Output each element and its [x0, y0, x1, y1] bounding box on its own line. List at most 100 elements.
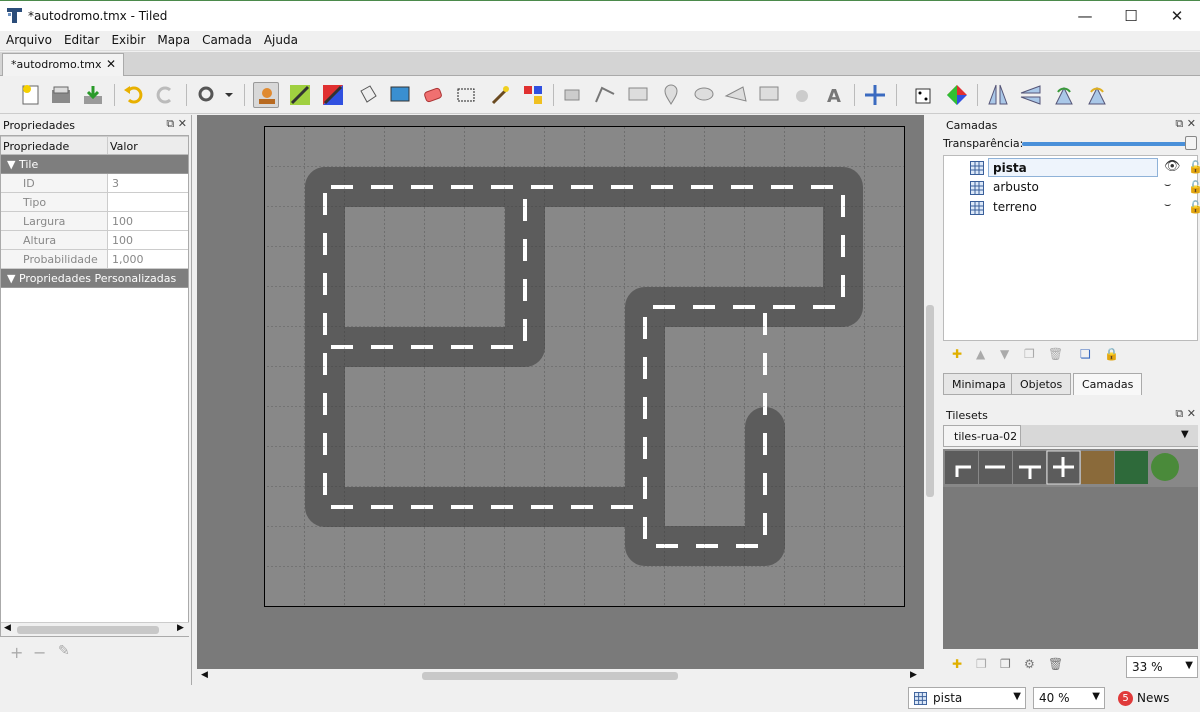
layer-row-pista[interactable]: pista	[948, 158, 1158, 178]
scroll-left-icon[interactable]: ◀	[201, 670, 208, 680]
scroll-left-icon[interactable]: ◀	[4, 623, 11, 633]
tileset-menu-icon[interactable]: ▼	[1181, 429, 1189, 440]
edit-polygons-icon[interactable]	[592, 82, 618, 108]
property-row[interactable]: Probabilidade 1,000	[1, 250, 188, 269]
insert-text-icon[interactable]: A	[822, 82, 848, 108]
wang-fill-icon[interactable]	[944, 82, 970, 108]
unlocked-icon[interactable]: 🔓	[1188, 200, 1200, 214]
insert-point-icon[interactable]	[658, 82, 684, 108]
canvas-vscrollbar[interactable]	[924, 115, 936, 669]
property-row[interactable]: Largura 100	[1, 212, 188, 231]
map-canvas[interactable]	[264, 126, 905, 607]
float-panel-icon[interactable]: ⧉	[1175, 407, 1183, 420]
scroll-thumb[interactable]	[17, 626, 159, 634]
vscroll-thumb[interactable]	[926, 305, 934, 497]
random-mode-icon[interactable]	[911, 82, 937, 108]
menu-editar[interactable]: Editar	[58, 31, 106, 47]
remove-property-icon[interactable]: −	[33, 643, 46, 662]
unlocked-icon[interactable]: 🔓	[1188, 180, 1200, 194]
duplicate-layer-icon[interactable]: ❐	[1024, 347, 1035, 361]
group-tile[interactable]: ▼ Tile	[1, 155, 188, 174]
menu-exibir[interactable]: Exibir	[105, 31, 151, 47]
flip-horizontal-icon[interactable]	[985, 82, 1011, 108]
insert-ellipse-icon[interactable]	[691, 82, 717, 108]
close-panel-icon[interactable]: ✕	[178, 117, 187, 130]
property-row[interactable]: Tipo	[1, 193, 188, 212]
layer-name-terreno[interactable]: terreno	[993, 200, 1037, 214]
layer-row-terreno[interactable]: terreno	[948, 198, 1158, 218]
property-row[interactable]: Altura 100	[1, 231, 188, 250]
move-icon[interactable]	[862, 82, 888, 108]
scroll-right-icon[interactable]: ▶	[910, 670, 917, 680]
flip-vertical-icon[interactable]	[1018, 82, 1044, 108]
undo-icon[interactable]	[121, 82, 147, 108]
menu-arquivo[interactable]: Arquivo	[0, 31, 58, 47]
new-layer-icon[interactable]: ✚	[952, 347, 962, 361]
show-other-layers-icon[interactable]: ❏	[1080, 347, 1091, 361]
hscroll-thumb[interactable]	[422, 672, 678, 680]
tab-minimapa[interactable]: Minimapa	[943, 373, 1015, 395]
rect-select-icon[interactable]	[453, 82, 479, 108]
eye-hidden-icon[interactable]: ⌣	[1164, 198, 1171, 212]
insert-rectangle-icon[interactable]	[625, 82, 651, 108]
opacity-slider-handle[interactable]	[1185, 136, 1197, 150]
new-map-icon[interactable]	[18, 82, 44, 108]
layer-name-arbusto[interactable]: arbusto	[993, 180, 1039, 194]
maximize-button[interactable]: ☐	[1108, 1, 1154, 31]
edit-tileset-icon[interactable]: ⚙	[1024, 657, 1035, 671]
news-button[interactable]: News	[1137, 691, 1169, 705]
insert-template-icon[interactable]	[789, 82, 815, 108]
redo-icon[interactable]	[152, 82, 178, 108]
layer-select[interactable]: pista ▼	[908, 687, 1026, 709]
eraser-icon[interactable]	[420, 82, 446, 108]
float-panel-icon[interactable]: ⧉	[1175, 117, 1183, 130]
close-tab-icon[interactable]: ✕	[106, 57, 116, 71]
news-count-badge[interactable]: 5	[1118, 691, 1133, 706]
tileset-tab[interactable]: tiles-rua-02	[943, 425, 1021, 447]
menu-mapa[interactable]: Mapa	[151, 31, 196, 47]
eye-visible-icon[interactable]: 👁	[1164, 159, 1181, 174]
tab-camadas[interactable]: Camadas	[1073, 373, 1143, 395]
col-value[interactable]: Valor	[108, 137, 140, 154]
open-file-icon[interactable]	[48, 82, 74, 108]
close-window-button[interactable]: ✕	[1154, 1, 1200, 31]
remove-tileset-icon[interactable]: 🗑	[1048, 657, 1063, 671]
import-tileset-icon[interactable]: ❐	[976, 657, 987, 671]
terrain-brush-icon[interactable]	[287, 82, 313, 108]
document-tab[interactable]: *autodromo.tmx ✕	[2, 53, 124, 76]
tileset-zoom-select[interactable]: 33 % ▼	[1126, 656, 1198, 678]
commands-icon[interactable]	[194, 82, 234, 108]
delete-layer-icon[interactable]: 🗑	[1048, 347, 1063, 361]
new-tileset-icon[interactable]: ✚	[952, 657, 962, 671]
select-objects-icon[interactable]	[560, 82, 586, 108]
map-zoom-select[interactable]: 40 % ▼	[1033, 687, 1105, 709]
insert-polygon-icon[interactable]	[723, 82, 749, 108]
lower-layer-icon[interactable]: ▼	[1000, 347, 1009, 361]
group-custom-properties[interactable]: ▼ Propriedades Personalizadas	[1, 269, 188, 288]
tab-objetos[interactable]: Objetos	[1011, 373, 1072, 395]
property-row[interactable]: ID 3	[1, 174, 188, 193]
rotate-left-icon[interactable]	[1051, 82, 1077, 108]
lock-layer-icon[interactable]: 🔒	[1104, 347, 1119, 361]
layer-row-arbusto[interactable]: arbusto	[948, 178, 1158, 198]
insert-tile-icon[interactable]	[756, 82, 782, 108]
add-property-icon[interactable]: +	[10, 643, 23, 662]
export-tileset-icon[interactable]: ❐	[1000, 657, 1011, 671]
unlocked-icon[interactable]: 🔓	[1188, 160, 1200, 174]
magic-wand-icon[interactable]	[487, 82, 513, 108]
menu-ajuda[interactable]: Ajuda	[258, 31, 304, 47]
close-panel-icon[interactable]: ✕	[1187, 407, 1196, 420]
shape-fill-icon[interactable]	[387, 82, 413, 108]
tileset-view[interactable]	[943, 449, 1198, 649]
raise-layer-icon[interactable]: ▲	[976, 347, 985, 361]
stamp-brush-icon[interactable]	[253, 82, 279, 108]
scroll-right-icon[interactable]: ▶	[177, 623, 184, 633]
canvas-hscrollbar[interactable]: ◀ ▶	[197, 669, 924, 683]
eye-hidden-icon[interactable]: ⌣	[1164, 178, 1171, 192]
close-panel-icon[interactable]: ✕	[1187, 117, 1196, 130]
float-panel-icon[interactable]: ⧉	[166, 117, 174, 130]
rename-property-icon[interactable]: ✎	[58, 643, 70, 659]
layer-name-pista[interactable]: pista	[988, 158, 1158, 177]
menu-camada[interactable]: Camada	[196, 31, 258, 47]
wang-brush-icon[interactable]	[320, 82, 346, 108]
